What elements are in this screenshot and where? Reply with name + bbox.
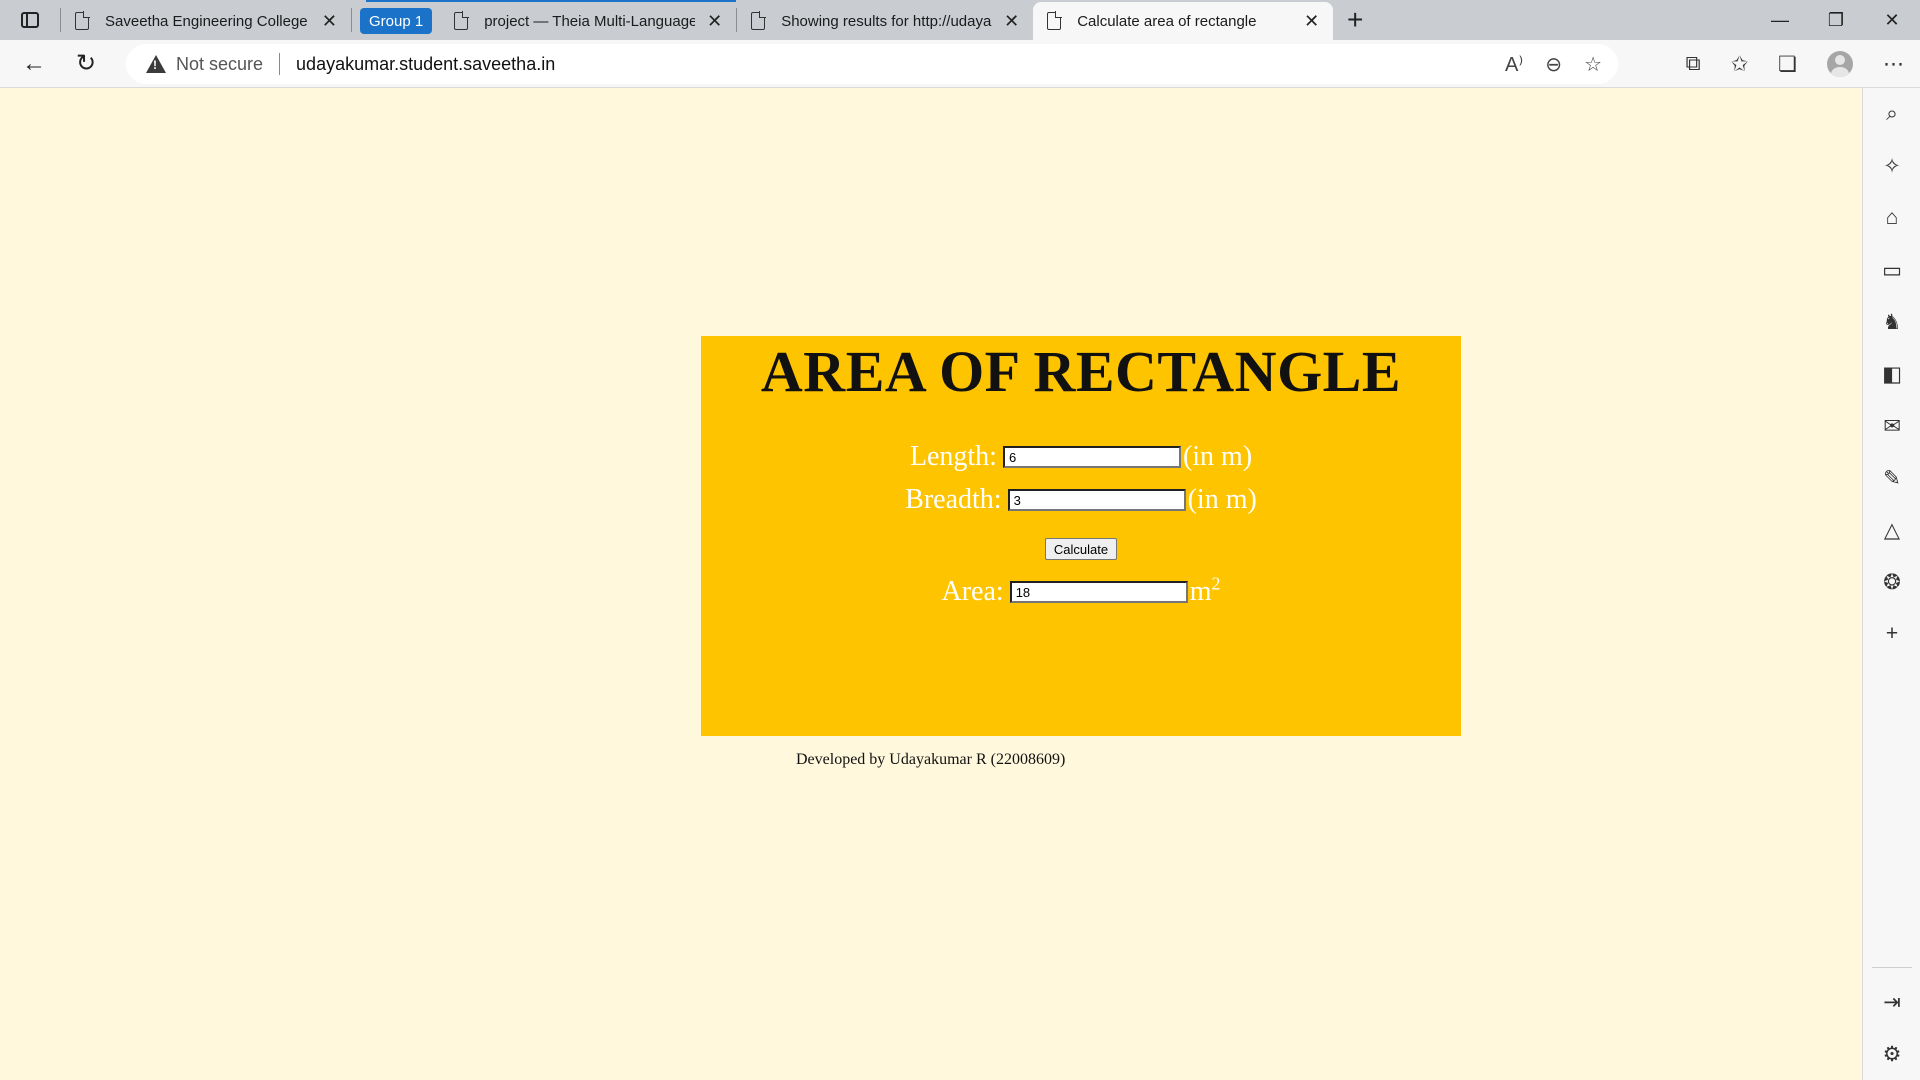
breadth-input[interactable] xyxy=(1007,489,1186,511)
address-bar-actions: A⁾ ⊖ ☆ xyxy=(1505,44,1602,84)
zoom-out-icon[interactable]: ⊖ xyxy=(1545,52,1562,77)
address-separator xyxy=(279,53,281,75)
page-icon xyxy=(1047,11,1063,30)
back-button[interactable]: ← xyxy=(8,44,60,84)
office-icon[interactable]: ◧ xyxy=(1863,348,1920,400)
sidebar-divider xyxy=(1872,967,1912,968)
openai-icon[interactable]: ❂ xyxy=(1863,556,1920,608)
area-output[interactable] xyxy=(1009,581,1188,603)
tab-separator xyxy=(351,8,352,32)
page-icon xyxy=(75,11,90,30)
tab-theia[interactable]: project — Theia Multi-Language ✕ xyxy=(440,4,736,38)
close-icon[interactable]: ✕ xyxy=(1304,11,1319,32)
favorites-icon[interactable]: ✩ xyxy=(1731,52,1749,77)
browser-toolbar: ← ↻ Not secure udayakumar.student.saveet… xyxy=(0,40,1920,88)
tab-actions-icon xyxy=(21,12,39,28)
sidebar-settings-icon[interactable]: ⚙ xyxy=(1863,1028,1920,1080)
games-icon[interactable]: ♞ xyxy=(1863,296,1920,348)
tab-actions-button[interactable] xyxy=(0,0,60,40)
search-icon[interactable]: ⌕ xyxy=(1863,88,1920,140)
tab-group-chip[interactable]: Group 1 xyxy=(360,8,433,34)
button-row: Calculate xyxy=(701,538,1461,560)
address-bar[interactable]: Not secure udayakumar.student.saveetha.i… xyxy=(126,44,1618,84)
new-tab-button[interactable]: + xyxy=(1333,0,1377,40)
footer-credit: Developed by Udayakumar R (22008609) xyxy=(796,751,1066,768)
area-unit-exponent: 2 xyxy=(1211,573,1221,594)
area-unit-base: m xyxy=(1189,576,1212,607)
calculate-button[interactable]: Calculate xyxy=(1044,538,1118,560)
web-page: AREA OF RECTANGLE Length: (in m) Breadth… xyxy=(0,88,1862,1080)
breadth-label: Breadth: xyxy=(905,484,1002,515)
toolbar-actions: ⧉ ✩ ❏ ⋯ xyxy=(1686,44,1904,84)
close-window-button[interactable]: ✕ xyxy=(1864,0,1920,40)
url-text[interactable]: udayakumar.student.saveetha.in xyxy=(296,54,555,75)
tab-title: Calculate area of rectangle xyxy=(1077,12,1257,30)
tab-group-indicator xyxy=(366,0,736,2)
restore-button[interactable]: ❐ xyxy=(1808,0,1864,40)
hide-sidebar-icon[interactable]: ⇥ xyxy=(1863,976,1920,1028)
shopping-tag-icon[interactable]: ⌂ xyxy=(1863,192,1920,244)
tab-strip: Saveetha Engineering College ✕ Group 1 p… xyxy=(0,0,1920,40)
breadth-row: Breadth: (in m) xyxy=(701,484,1461,516)
breadth-unit: (in m) xyxy=(1187,484,1257,515)
copilot-sparkle-icon[interactable]: ✧ xyxy=(1863,140,1920,192)
close-icon[interactable]: ✕ xyxy=(322,11,337,32)
tab-calculate-area[interactable]: Calculate area of rectangle ✕ xyxy=(1033,2,1334,40)
close-icon[interactable]: ✕ xyxy=(1004,11,1019,32)
tab-title: Showing results for http://udayakumar.st… xyxy=(781,12,992,30)
add-favorite-icon[interactable]: ☆ xyxy=(1584,52,1602,77)
site-favicon-icon xyxy=(751,11,767,30)
tab-title: Saveetha Engineering College xyxy=(105,12,308,30)
tab-title: project — Theia Multi-Language xyxy=(484,12,696,30)
sidebar-top-group: ⌕ ✧ ⌂ ▭ ♞ ◧ ✉ ✎ △ ❂ + xyxy=(1863,88,1920,660)
area-row: Area: m2 xyxy=(701,573,1461,608)
extensions-icon[interactable]: ⧉ xyxy=(1686,52,1701,76)
edge-sidebar: ⌕ ✧ ⌂ ▭ ♞ ◧ ✉ ✎ △ ❂ + ⇥ ⚙ xyxy=(1862,88,1920,1080)
more-options-icon[interactable]: ⋯ xyxy=(1883,52,1904,77)
tools-briefcase-icon[interactable]: ▭ xyxy=(1863,244,1920,296)
window-controls: — ❐ ✕ xyxy=(1752,0,1920,40)
length-row: Length: (in m) xyxy=(701,441,1461,473)
designer-icon[interactable]: ✎ xyxy=(1863,452,1920,504)
sidebar-bottom-group: ⇥ ⚙ xyxy=(1863,967,1920,1080)
tab-search-results[interactable]: Showing results for http://udayakumar.st… xyxy=(737,4,1033,38)
area-unit: m2 xyxy=(1189,573,1221,608)
add-sidebar-app-icon[interactable]: + xyxy=(1863,608,1920,660)
close-icon[interactable]: ✕ xyxy=(707,11,722,32)
drop-icon[interactable]: △ xyxy=(1863,504,1920,556)
profile-avatar[interactable] xyxy=(1827,51,1853,77)
warning-icon[interactable] xyxy=(146,55,166,73)
outlook-icon[interactable]: ✉ xyxy=(1863,400,1920,452)
refresh-button[interactable]: ↻ xyxy=(60,44,112,84)
area-label: Area: xyxy=(941,576,1004,607)
tab-saveetha[interactable]: Saveetha Engineering College ✕ xyxy=(61,4,351,38)
length-input[interactable] xyxy=(1002,446,1181,468)
length-unit: (in m) xyxy=(1182,441,1253,472)
page-title: AREA OF RECTANGLE xyxy=(760,339,1402,404)
security-status[interactable]: Not secure xyxy=(176,54,263,75)
collections-icon[interactable]: ❏ xyxy=(1778,52,1797,77)
minimize-button[interactable]: — xyxy=(1752,0,1808,40)
page-icon xyxy=(454,11,470,30)
read-aloud-icon[interactable]: A⁾ xyxy=(1505,52,1523,77)
length-label: Length: xyxy=(909,441,997,472)
calculator-panel: AREA OF RECTANGLE Length: (in m) Breadth… xyxy=(701,336,1461,736)
